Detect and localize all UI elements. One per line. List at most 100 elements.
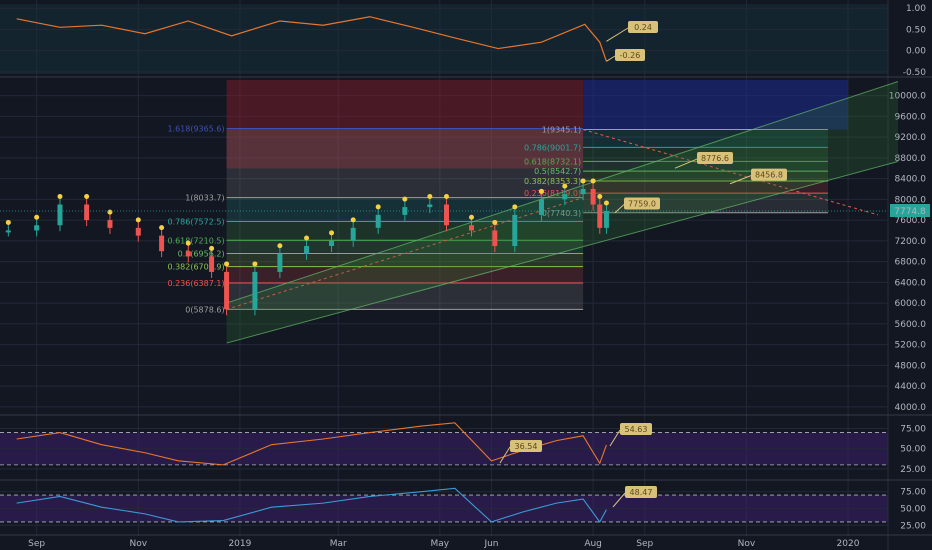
x-tick-label: 2019 (228, 539, 251, 549)
signal-dot (277, 243, 283, 249)
candle-body (159, 235, 165, 252)
fib-ext-level-label: 0.618(8732.1) (524, 157, 581, 166)
y-tick-label: 9600.0 (895, 112, 927, 122)
y-tick-label: 4400.0 (895, 382, 927, 392)
callout-label: 8456.8 (755, 171, 783, 180)
candle-body (512, 214, 518, 246)
candle-body (252, 271, 258, 310)
signal-dot (597, 194, 603, 199)
callout-label: 8776.6 (701, 154, 729, 163)
fib-level-label: 0.618(7210.5) (167, 236, 224, 245)
x-tick-label: Sep (28, 539, 45, 549)
signal-dot (209, 245, 215, 251)
callout-label: 0.24 (634, 23, 652, 32)
candle-body (5, 230, 11, 233)
fib-level-label: 0.382(6701.9) (167, 263, 224, 272)
y-tick-label: 75.00 (900, 425, 926, 435)
y-tick-label: 9200.0 (895, 133, 927, 143)
signal-dot (562, 183, 568, 189)
fib-level-label: 1(8033.7) (185, 194, 224, 203)
candle-body (185, 251, 191, 257)
signal-dot (329, 230, 335, 236)
candle-body (580, 188, 586, 195)
signal-dot (443, 194, 449, 199)
candle-body (107, 220, 113, 228)
signal-dot (375, 204, 381, 210)
y-tick-label: 50.00 (900, 505, 926, 515)
candle-body (209, 256, 215, 272)
y-tick-label: 25.00 (900, 521, 926, 531)
x-tick-label: May (431, 539, 450, 549)
candle-body (277, 253, 283, 272)
candle-body (224, 271, 230, 310)
signal-dot (580, 178, 586, 184)
signal-dot (512, 204, 518, 210)
callout-label: 36.54 (515, 442, 538, 451)
fib-ext-level-label: 0.786(9001.7) (524, 143, 581, 152)
candle-body (304, 246, 310, 254)
fib-level-label: 0.5(6956.2) (178, 249, 225, 258)
signal-dot (304, 235, 310, 241)
x-tick-label: Nov (129, 539, 147, 549)
candle-body (57, 204, 63, 226)
candle-body (443, 204, 449, 226)
callout-label: 7759.0 (628, 200, 656, 209)
signal-dot (603, 200, 609, 206)
candle-body (350, 227, 356, 241)
candle-body (597, 204, 603, 228)
fib-level-label: 0.786(7572.5) (167, 217, 224, 226)
signal-dot (402, 196, 408, 202)
signal-dot (57, 194, 63, 199)
candle-body (329, 240, 335, 246)
signal-dot (427, 194, 433, 199)
signal-dot (159, 225, 165, 231)
y-tick-label: 4800.0 (895, 361, 927, 371)
y-tick-label: 50.00 (900, 445, 926, 455)
y-tick-label: 6800.0 (895, 258, 927, 268)
signal-dot (538, 188, 544, 194)
x-tick-label: Mar (330, 539, 347, 549)
signal-dot (590, 178, 596, 184)
fib-ext-level-label: 0.382(8353.3) (524, 177, 581, 186)
y-tick-label: 8400.0 (895, 175, 927, 185)
x-tick-label: Aug (584, 539, 602, 549)
fib-ext-level-label: 0.5(8542.7) (534, 167, 581, 176)
candle-body (590, 188, 596, 205)
signal-dot (350, 217, 356, 223)
y-tick-label: 1.00 (906, 4, 926, 14)
candle-body (492, 230, 498, 246)
signal-dot (84, 194, 90, 199)
y-tick-label: 0.00 (906, 47, 926, 57)
fib-ext-level-label: 1(9345.1) (542, 126, 581, 135)
y-tick-label: 25.00 (900, 465, 926, 475)
signal-dot (5, 219, 11, 225)
candle-body (538, 199, 544, 215)
signal-dot (468, 214, 474, 220)
signal-dot (107, 209, 113, 215)
y-tick-label: 8800.0 (895, 154, 927, 164)
y-tick-label: -0.50 (903, 68, 927, 78)
callout-label: 54.63 (625, 425, 648, 434)
y-tick-label: 5200.0 (895, 341, 927, 351)
y-tick-label: 0.50 (906, 25, 926, 35)
fib-level-label: 0.236(6387.1) (167, 279, 224, 288)
candle-body (135, 227, 141, 236)
x-tick-label: Nov (738, 539, 756, 549)
signal-dot (252, 261, 258, 267)
candle-body (34, 225, 40, 231)
signal-dot (224, 261, 230, 267)
x-tick-label: 2020 (837, 539, 860, 549)
candle-body (84, 204, 90, 221)
fib-level-label: 1.618(9365.6) (167, 124, 224, 133)
callout-label: -0.26 (620, 51, 641, 60)
x-tick-label: Jun (483, 539, 498, 549)
candle-body (468, 225, 474, 231)
signal-dot (135, 217, 141, 223)
y-tick-label: 4000.0 (895, 403, 927, 413)
y-tick-label: 7200.0 (895, 237, 927, 247)
y-tick-label: 75.00 (900, 488, 926, 498)
correlation-band (0, 4, 888, 74)
y-tick-label: 8000.0 (895, 195, 927, 205)
y-tick-label: 6000.0 (895, 299, 927, 309)
signal-dot (492, 219, 498, 225)
